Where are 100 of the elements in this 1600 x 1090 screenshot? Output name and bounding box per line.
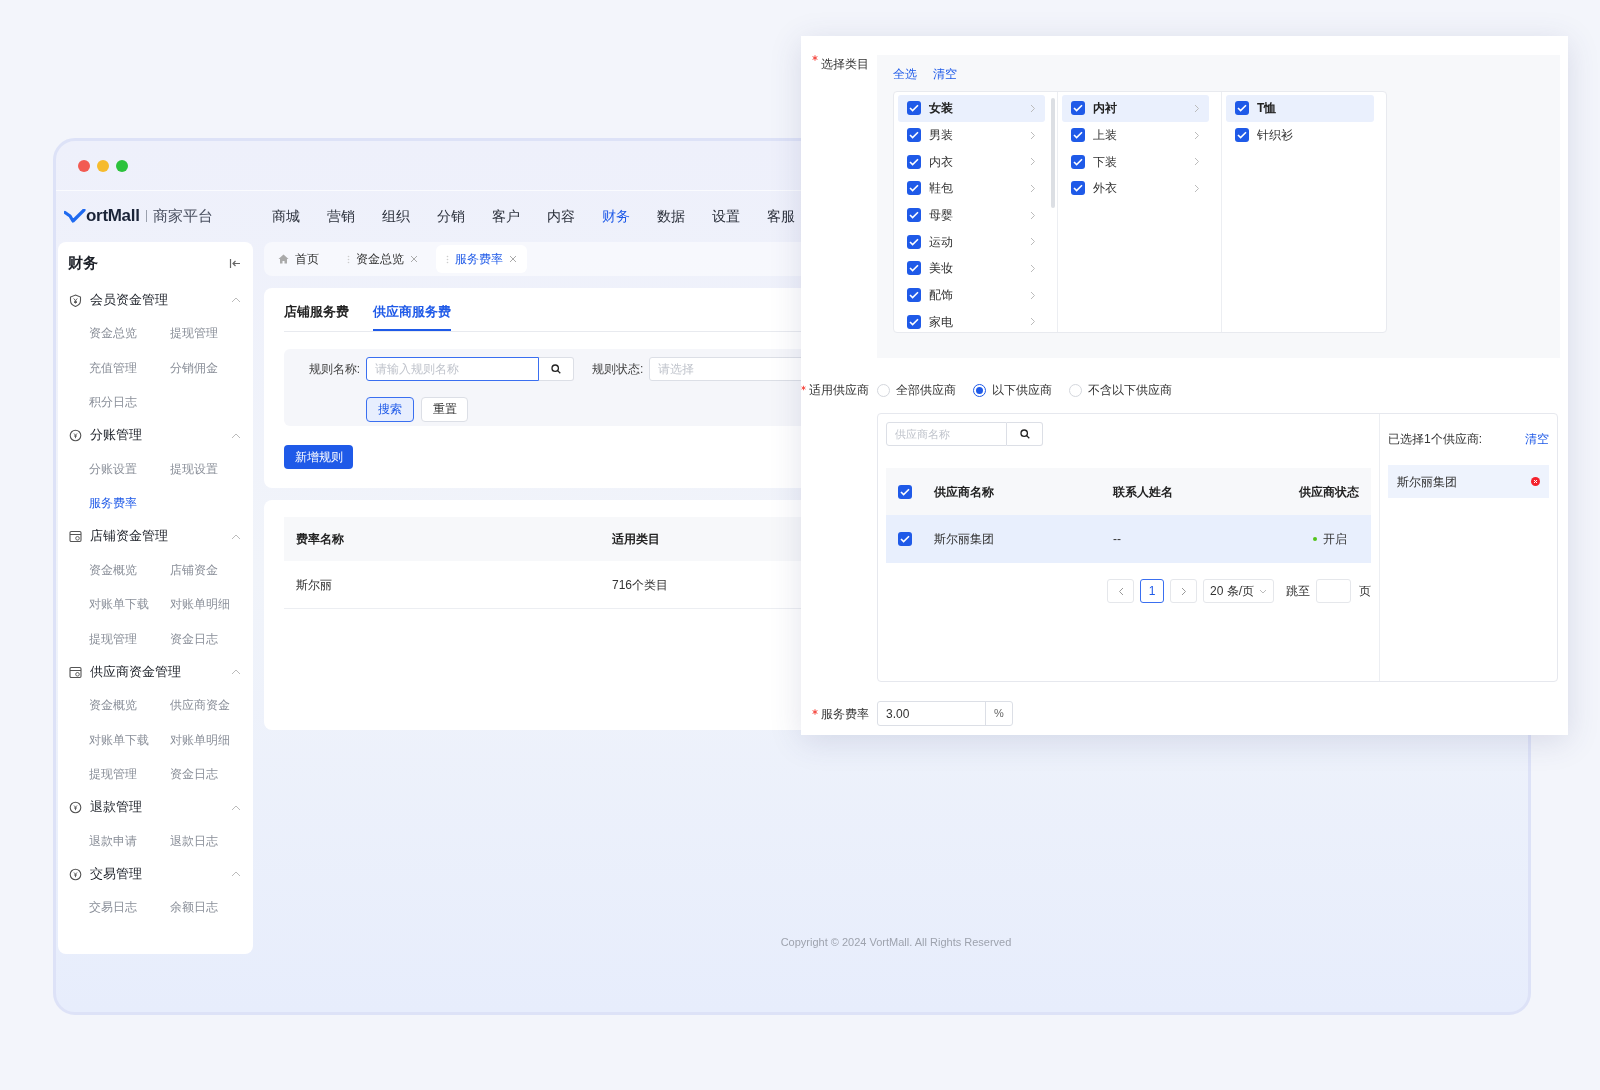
menu-item[interactable]: 分销佣金 xyxy=(170,350,218,385)
search-button[interactable] xyxy=(1007,422,1043,446)
checkbox[interactable] xyxy=(1071,154,1085,169)
cascader-option[interactable]: 下装 xyxy=(1062,148,1209,176)
cascader-option[interactable]: 运动 xyxy=(898,228,1045,256)
menu-item[interactable]: 充值管理 xyxy=(89,350,137,385)
menu-item[interactable]: 交易日志 xyxy=(89,890,137,925)
unit-label: % xyxy=(985,702,1012,725)
checkbox[interactable] xyxy=(898,484,912,499)
column-header: 联系人姓名 xyxy=(1113,483,1173,501)
page-tab[interactable]: 首页 xyxy=(268,245,329,273)
cascader-option[interactable]: T恤 xyxy=(1226,95,1374,122)
search-field[interactable]: 供应商名称 xyxy=(886,422,1007,446)
menu-item[interactable]: 退款申请 xyxy=(89,823,137,858)
cascader-option[interactable]: 鞋包 xyxy=(898,175,1045,202)
remove-icon[interactable] xyxy=(1531,477,1540,486)
jump-label: 跳至 xyxy=(1286,583,1310,600)
shield-icon xyxy=(69,293,82,307)
add-rule-button[interactable]: 新增规则 xyxy=(284,444,353,469)
cascader-option[interactable]: 内衬 xyxy=(1062,95,1209,122)
scrollbar[interactable] xyxy=(1051,98,1055,208)
input-field[interactable]: 3.00 % xyxy=(877,701,1013,726)
checkbox[interactable] xyxy=(907,208,921,223)
menu-item[interactable]: 资金概览 xyxy=(89,688,137,723)
clear-link[interactable]: 清空 xyxy=(1525,430,1549,448)
selected-count-text: 已选择1个供应商: xyxy=(1388,431,1482,448)
menu-group-title[interactable]: 交易管理 xyxy=(90,864,142,884)
sidebar-title: 财务 xyxy=(68,252,98,273)
table-cell-text: 716个类目 xyxy=(612,576,669,594)
menu-group-title[interactable]: 分账管理 xyxy=(90,426,142,445)
checkbox[interactable] xyxy=(1071,128,1085,143)
checkbox[interactable] xyxy=(907,261,921,276)
page-input[interactable] xyxy=(1316,579,1351,603)
table-row[interactable]: 斯尔丽集团 -- 开启 xyxy=(886,515,1371,563)
search-button[interactable]: 搜索 xyxy=(366,396,414,422)
checkbox[interactable] xyxy=(907,314,921,329)
page-tab[interactable]: 资金总览 xyxy=(337,245,428,273)
checkbox[interactable] xyxy=(1235,128,1249,143)
menu-item[interactable]: 分账设置 xyxy=(89,451,137,486)
checkbox[interactable] xyxy=(1235,101,1249,116)
checkbox[interactable] xyxy=(907,288,921,303)
cascader-option[interactable]: 美妆 xyxy=(898,255,1045,282)
checkbox[interactable] xyxy=(1071,181,1085,196)
collapse-icon[interactable] xyxy=(229,257,241,269)
menu-item[interactable]: 资金日志 xyxy=(170,757,218,792)
menu-item[interactable]: 服务费率 xyxy=(89,486,137,521)
menu-item[interactable]: 资金概览 xyxy=(89,552,137,587)
menu-item[interactable]: 余额日志 xyxy=(170,890,218,925)
nav-item[interactable]: 财务 xyxy=(602,205,630,227)
cascader-option[interactable]: 家电 xyxy=(898,308,1045,332)
checkbox[interactable] xyxy=(907,101,921,116)
checkbox[interactable] xyxy=(907,154,921,169)
menu-item[interactable]: 提现管理 xyxy=(89,621,137,656)
search-button[interactable] xyxy=(539,356,574,381)
checkbox[interactable] xyxy=(1071,101,1085,116)
reset-button[interactable]: 重置 xyxy=(421,396,468,422)
page-size-select[interactable]: 20 条/页 xyxy=(1203,579,1274,603)
radio-option[interactable]: 以下供应商 xyxy=(973,381,1052,399)
text-link[interactable]: 清空 xyxy=(933,65,957,83)
menu-item[interactable]: 提现设置 xyxy=(170,451,218,486)
cascader-option[interactable]: 配饰 xyxy=(898,281,1045,309)
menu-item[interactable]: 资金总览 xyxy=(89,316,137,351)
text-link[interactable]: 全选 xyxy=(893,65,917,83)
menu-item[interactable]: 积分日志 xyxy=(89,385,137,420)
menu-item[interactable]: 退款日志 xyxy=(170,823,218,858)
cascader-option[interactable]: 上装 xyxy=(1062,121,1209,149)
menu-item[interactable]: 店铺资金 xyxy=(170,552,218,587)
page-tab[interactable]: 服务费率 xyxy=(436,245,527,273)
sub-tab[interactable]: 店铺服务费 xyxy=(284,303,349,331)
checkbox[interactable] xyxy=(907,234,921,249)
nav-item[interactable]: 内容 xyxy=(547,205,575,227)
radio-option[interactable]: 全部供应商 xyxy=(877,381,956,399)
cascader-option[interactable]: 外衣 xyxy=(1062,175,1209,202)
menu-group-title[interactable]: 会员资金管理 xyxy=(90,290,168,310)
nav-item[interactable]: 客户 xyxy=(492,205,520,227)
menu-group-title[interactable]: 供应商资金管理 xyxy=(90,662,181,682)
radio-option[interactable]: 不含以下供应商 xyxy=(1069,381,1172,399)
cascader-option[interactable]: 母婴 xyxy=(898,201,1045,229)
nav-item[interactable]: 数据 xyxy=(657,205,685,227)
nav-item[interactable]: 组织 xyxy=(382,205,410,227)
cascader-option[interactable]: 女装 xyxy=(898,95,1045,122)
nav-item[interactable]: 营销 xyxy=(327,205,355,227)
checkbox[interactable] xyxy=(898,532,912,546)
nav-item[interactable]: 分销 xyxy=(437,205,465,227)
menu-group-title[interactable]: 退款管理 xyxy=(90,798,142,817)
page-button[interactable]: 1 xyxy=(1140,579,1164,603)
sub-tab[interactable]: 供应商服务费 xyxy=(373,303,451,331)
checkbox[interactable] xyxy=(907,128,921,143)
input-field[interactable]: 请输入规则名称 xyxy=(366,356,539,381)
menu-group-title[interactable]: 店铺资金管理 xyxy=(90,527,168,546)
menu-item[interactable]: 提现管理 xyxy=(89,757,137,792)
checkbox[interactable] xyxy=(907,181,921,196)
nav-item[interactable]: 客服 xyxy=(767,205,795,227)
menu-item[interactable]: 提现管理 xyxy=(170,316,218,351)
cascader-option[interactable]: 内衣 xyxy=(898,148,1045,176)
nav-item[interactable]: 商城 xyxy=(272,205,300,227)
nav-item[interactable]: 设置 xyxy=(712,205,740,227)
cascader-option[interactable]: 针织衫 xyxy=(1226,121,1374,149)
menu-item[interactable]: 资金日志 xyxy=(170,621,218,656)
cascader-option[interactable]: 男装 xyxy=(898,121,1045,149)
